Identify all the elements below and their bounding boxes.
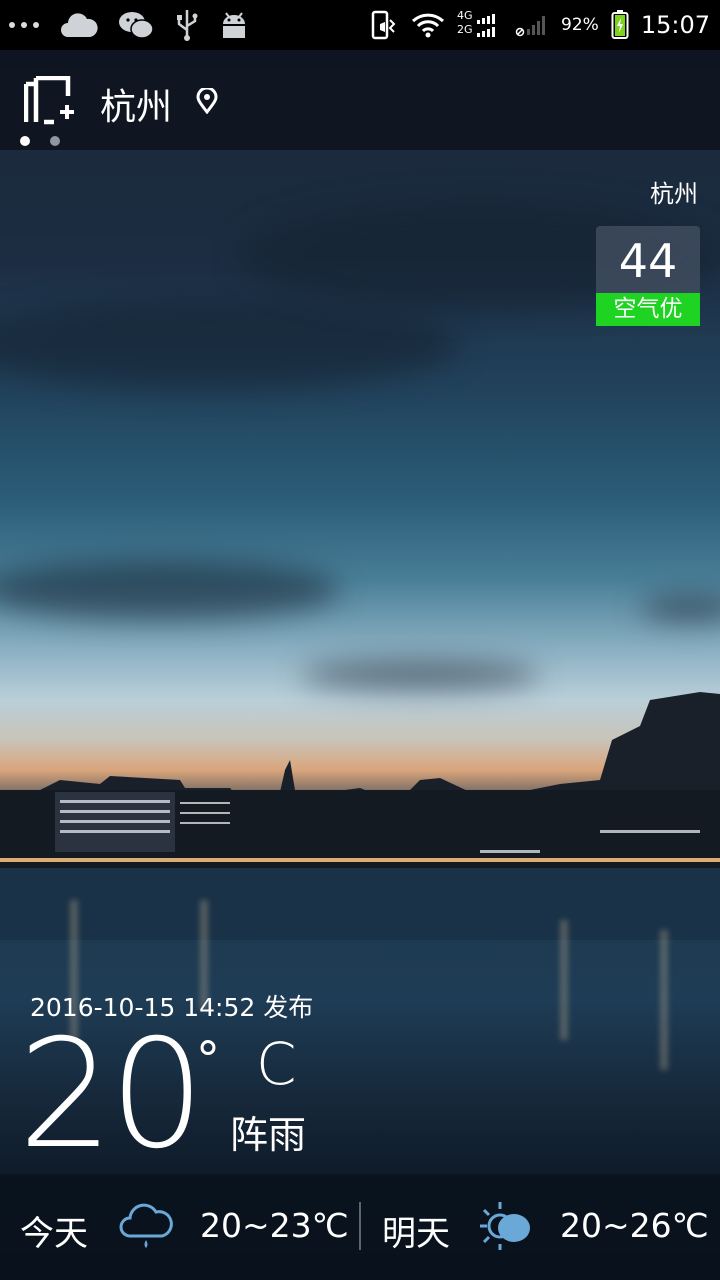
clock: 15:07: [640, 11, 710, 39]
forecast-today-range: 20~23℃: [200, 1206, 349, 1245]
temperature-unit: C: [256, 1030, 297, 1098]
aqi-badge[interactable]: 44 空气优: [596, 226, 700, 326]
rain-cloud-icon: [118, 1200, 174, 1256]
status-bar-right: 4G 2G 92% 15:07: [371, 10, 720, 40]
network-4g-label: 4G: [457, 9, 473, 22]
city-skyline: [0, 692, 720, 940]
signal-4g-2g-icon: 4G 2G: [457, 10, 503, 40]
page-dot-active: [20, 136, 30, 146]
android-icon: [220, 10, 248, 40]
wifi-icon: [411, 12, 445, 38]
current-temperature: 20: [18, 1008, 205, 1182]
more-dots-icon: [8, 20, 40, 30]
water-reflection: [560, 920, 568, 1040]
signal-no-service-icon: [515, 11, 549, 39]
battery-percent: 92%: [561, 15, 599, 35]
app-header: 杭州: [0, 50, 720, 150]
status-bar: 4G 2G 92% 15:07: [0, 0, 720, 50]
aqi-label: 空气优: [596, 293, 700, 326]
aqi-city: 杭州: [650, 180, 698, 208]
aqi-value: 44: [618, 234, 678, 288]
degree-symbol: °: [196, 1032, 220, 1088]
cloud-icon: [60, 11, 98, 39]
vibrate-icon: [371, 10, 399, 40]
page-indicator: [20, 136, 60, 146]
sun-cloud-icon: [478, 1200, 534, 1260]
battery-charging-icon: [611, 10, 629, 40]
location-pin-icon: [196, 86, 218, 115]
weather-screen: 4G 2G 92% 15:07 杭州 杭州 44 空气优 2016-10-15 …: [0, 0, 720, 1280]
forecast-today-label: 今天: [20, 1214, 88, 1254]
wechat-icon: [118, 10, 154, 40]
forecast-divider: [359, 1202, 361, 1250]
usb-icon: [174, 8, 200, 42]
status-bar-left: [0, 8, 248, 42]
city-title[interactable]: 杭州: [100, 78, 172, 130]
weather-condition: 阵雨: [230, 1113, 307, 1157]
forecast-tomorrow-range: 20~26℃: [560, 1206, 709, 1245]
network-2g-label: 2G: [457, 23, 473, 36]
water-reflection: [660, 930, 668, 1070]
city-add-icon[interactable]: [23, 75, 76, 126]
forecast-tomorrow-label: 明天: [382, 1214, 450, 1254]
page-dot: [50, 136, 60, 146]
forecast-bar[interactable]: 今天 20~23℃ 明天 20~26℃: [0, 1174, 720, 1280]
